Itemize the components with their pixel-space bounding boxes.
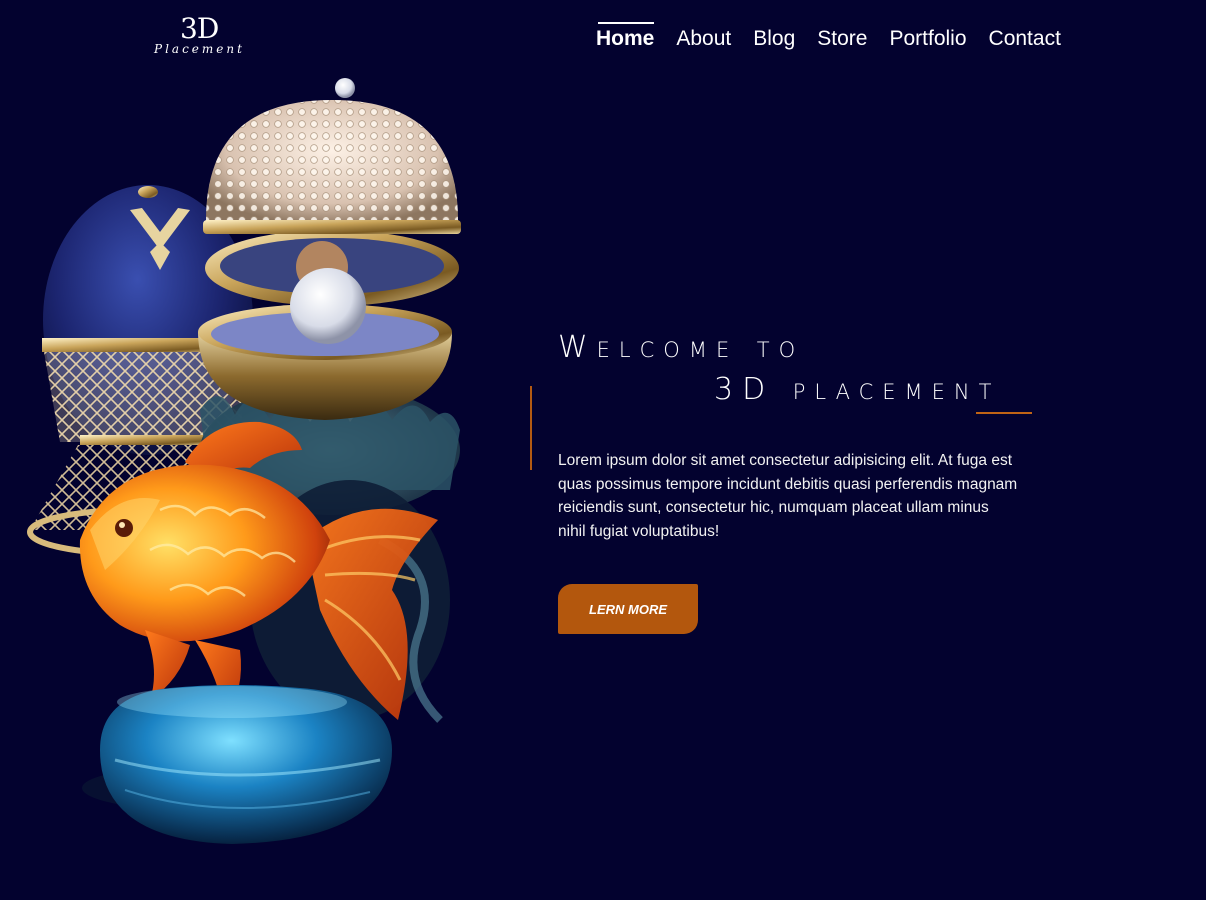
nav-item-portfolio[interactable]: Portfolio [889,24,966,51]
accent-divider [530,386,532,470]
pearl-shell-egg [198,78,461,420]
hero-body-text: Lorem ipsum dolor sit amet consectetur a… [558,452,1018,540]
hero-heading-line2: 3D placement [714,372,1001,407]
logo[interactable]: 3D Placement [152,12,244,60]
nav-item-contact[interactable]: Contact [989,24,1061,51]
learn-more-label: LERN MORE [589,601,667,617]
hero-heading-line1: Welcome to [558,330,805,365]
nav-item-about[interactable]: About [676,24,731,51]
glass-pebble [82,685,392,844]
learn-more-button[interactable]: LERN MORE [558,584,698,634]
logo-main-text: 3D [180,12,219,45]
heading-underline [976,412,1032,414]
nav-item-blog[interactable]: Blog [753,24,795,51]
nav-item-home[interactable]: Home [596,22,655,51]
hero-illustration [27,78,461,844]
logo-sub-text: Placement [154,42,245,56]
main-nav: Home About Blog Store Portfolio Contact [596,22,1061,51]
nav-item-store[interactable]: Store [817,24,867,51]
